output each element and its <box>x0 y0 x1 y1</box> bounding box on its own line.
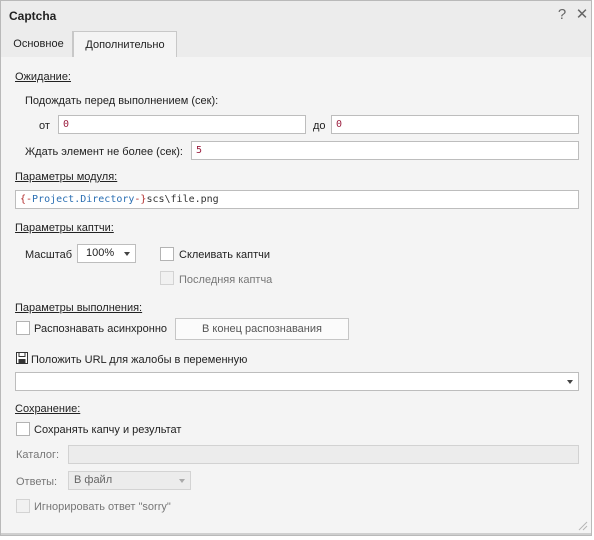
complaint-variable-select[interactable] <box>15 372 579 391</box>
catalog-label: Каталог: <box>16 449 60 461</box>
module-heading: Параметры модуля: <box>15 171 118 183</box>
scale-value: 100% <box>86 247 115 259</box>
wait-element-input[interactable]: 5 <box>191 141 579 160</box>
captcha-heading: Параметры каптчи: <box>15 222 114 234</box>
ignore-sorry-checkbox[interactable] <box>16 499 30 513</box>
path-brace-close: -} <box>134 194 147 205</box>
help-icon[interactable]: ? <box>554 6 570 24</box>
async-label: Распознавать асинхронно <box>34 323 168 335</box>
end-recognition-button[interactable]: В конец распознавания <box>175 318 349 340</box>
save-captcha-label: Сохранять капчу и результат <box>34 424 182 436</box>
window-bottom-border <box>1 533 591 535</box>
answers-label: Ответы: <box>16 476 58 488</box>
scale-label: Масштаб <box>25 249 73 261</box>
save-captcha-checkbox[interactable] <box>16 422 30 436</box>
path-variable: Project.Directory <box>32 194 135 205</box>
captcha-dialog: Captcha ? ✕ Основное Дополнительно Ожида… <box>0 0 592 536</box>
path-rest: scs\file.png <box>146 194 219 205</box>
last-captcha-checkbox[interactable] <box>160 271 174 285</box>
tab-main[interactable]: Основное <box>5 31 73 57</box>
catalog-input[interactable] <box>68 445 579 464</box>
tab-bar: Основное Дополнительно <box>1 29 591 59</box>
wait-before-label: Подождать перед выполнением (сек): <box>25 95 219 107</box>
wait-element-label: Ждать элемент не более (сек): <box>25 146 183 158</box>
window-title: Captcha <box>9 9 57 23</box>
wait-to-input[interactable]: 0 <box>331 115 579 134</box>
saving-heading: Сохранение: <box>15 403 81 415</box>
answers-select[interactable]: В файл <box>68 471 191 490</box>
complaint-label: Положить URL для жалобы в переменную <box>31 354 248 366</box>
scale-select[interactable]: 100% <box>77 244 136 263</box>
wait-heading: Ожидание: <box>15 71 71 83</box>
glue-checkbox[interactable] <box>160 247 174 261</box>
chevron-down-icon <box>567 380 573 384</box>
answers-value: В файл <box>74 474 113 486</box>
execution-heading: Параметры выполнения: <box>15 302 143 314</box>
wait-from-label: от <box>39 120 50 132</box>
wait-from-input[interactable]: 0 <box>58 115 306 134</box>
save-icon <box>16 352 28 364</box>
wait-to-label: до <box>313 120 326 132</box>
glue-label: Склеивать каптчи <box>179 249 271 261</box>
path-brace-open: {- <box>20 194 33 205</box>
last-captcha-label: Последняя каптча <box>179 274 273 286</box>
chevron-down-icon <box>179 479 185 483</box>
ignore-sorry-label: Игнорировать ответ "sorry" <box>34 501 171 513</box>
tab-advanced[interactable]: Дополнительно <box>73 31 177 59</box>
advanced-panel: Ожидание: Подождать перед выполнением (с… <box>1 57 591 535</box>
resize-grip-icon[interactable] <box>576 519 588 531</box>
title-bar: Captcha ? ✕ <box>1 1 591 29</box>
path-input[interactable]: {-Project.Directory-}scs\file.png <box>15 190 579 209</box>
close-icon[interactable]: ✕ <box>574 6 590 24</box>
async-checkbox[interactable] <box>16 321 30 335</box>
chevron-down-icon <box>124 252 130 256</box>
